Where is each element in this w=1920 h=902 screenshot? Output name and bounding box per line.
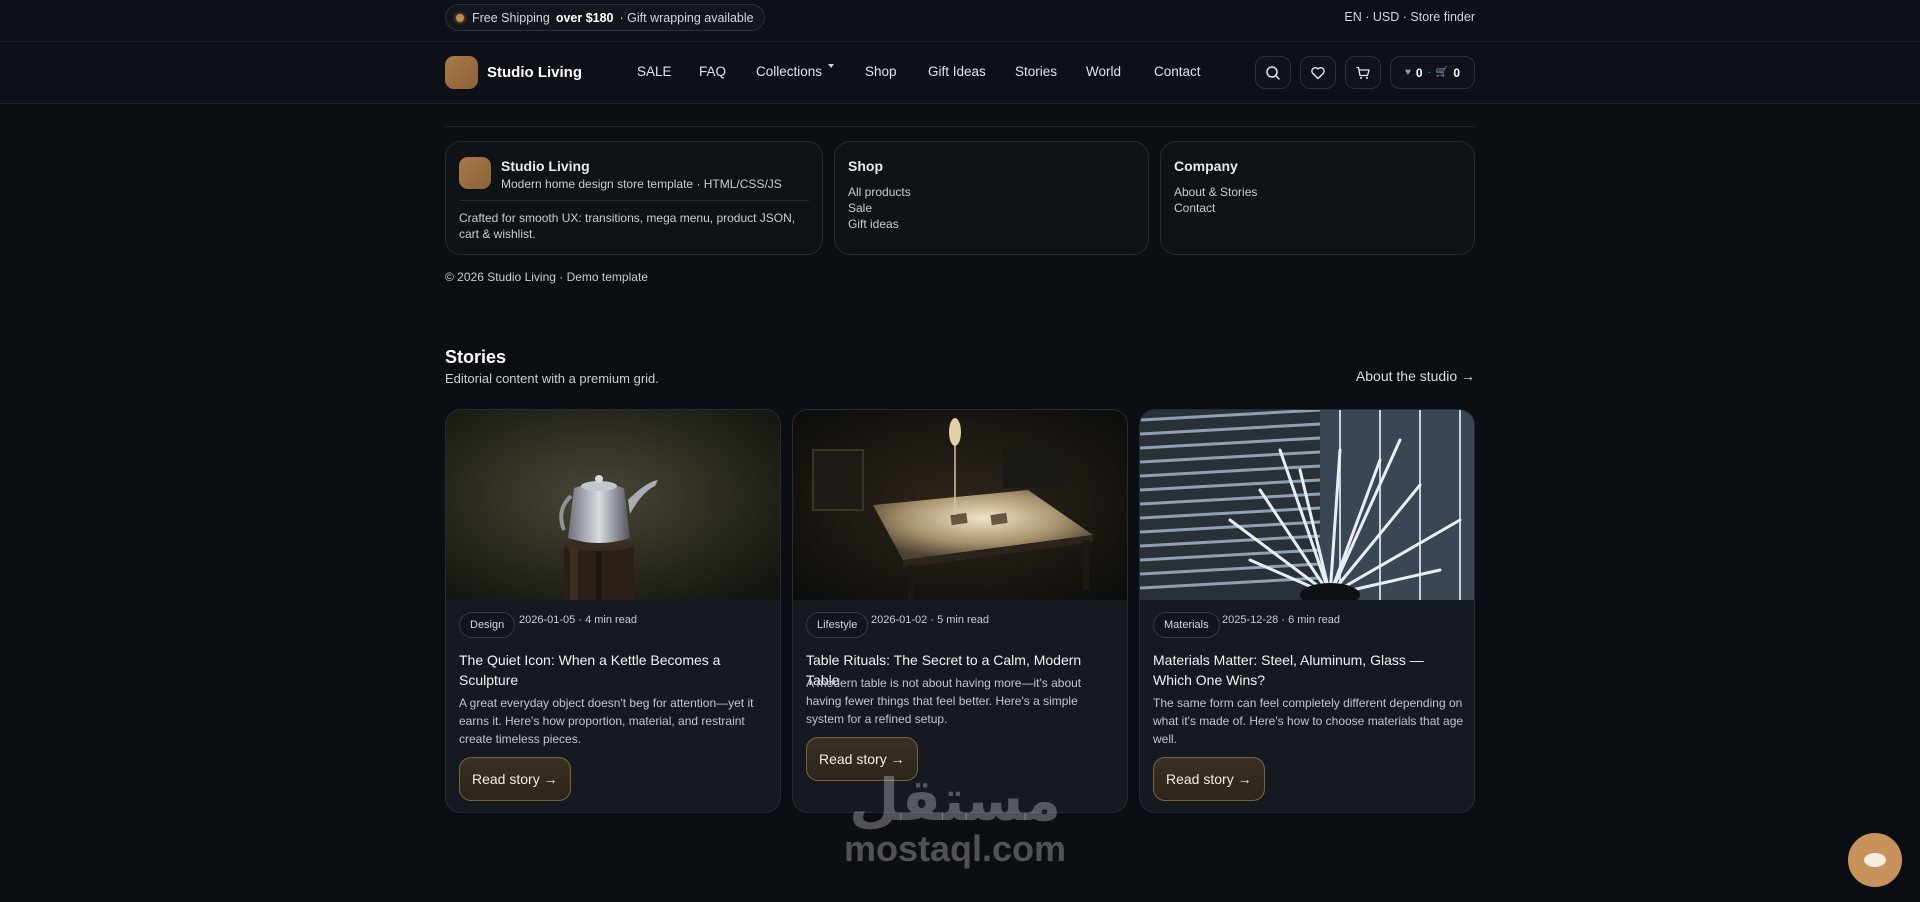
brand-mark-icon <box>459 157 491 189</box>
story-tag[interactable]: Materials <box>1153 612 1220 638</box>
search-button[interactable] <box>1255 56 1291 89</box>
story-description: The same form can feel completely differ… <box>1153 696 1464 746</box>
nav-shop[interactable]: Shop <box>865 64 897 79</box>
stories-subtitle: Editorial content with a premium grid. <box>445 371 659 386</box>
story-read-time: 5 min read <box>937 614 990 626</box>
story-image-kettle[interactable] <box>446 410 780 600</box>
cart-icon <box>1356 66 1370 79</box>
story-card[interactable]: Lifestyle 2026-01-02 · 5 min read Table … <box>792 409 1128 813</box>
company-panel-title: Company <box>1174 158 1238 174</box>
story-read-time: 6 min read <box>1288 614 1341 626</box>
shop-panel: Shop All products Sale Gift ideas <box>834 141 1149 255</box>
story-tag[interactable]: Lifestyle <box>806 612 869 638</box>
heart-small-icon: ♥ <box>1404 67 1411 78</box>
story-meta: 2026-01-05 · 4 min read <box>519 614 638 626</box>
story-meta: 2025-12-28 · 6 min read <box>1222 614 1341 626</box>
cart-small-icon: 🛒 <box>1435 67 1449 78</box>
nav-contact[interactable]: Contact <box>1154 64 1201 79</box>
nav-stories[interactable]: Stories <box>1015 64 1057 79</box>
nav-world[interactable]: World <box>1086 64 1121 79</box>
site-header: Studio Living SALE FAQ Collections Shop … <box>0 42 1920 104</box>
story-tag[interactable]: Design <box>459 612 516 638</box>
cart-count: 0 <box>1453 65 1461 80</box>
shop-links: All products Sale Gift ideas <box>848 184 911 232</box>
about-studio-link[interactable]: About the studio → <box>1356 368 1475 384</box>
read-story-button[interactable]: Read story → <box>1153 757 1265 801</box>
divider <box>445 126 1475 127</box>
nav-gift-ideas[interactable]: Gift Ideas <box>928 64 986 79</box>
copyright: © 2026 Studio Living · Demo template <box>445 270 648 284</box>
brand-panel-title: Studio Living <box>501 158 590 174</box>
story-description: A great everyday object doesn't beg for … <box>459 696 754 746</box>
promo-threshold: over $180 <box>555 10 614 25</box>
materials-photo <box>1140 410 1474 600</box>
locale-links[interactable]: EN · USD · Store finder <box>1344 10 1475 24</box>
kettle-photo <box>446 410 780 600</box>
link-contact[interactable]: Contact <box>1174 200 1257 216</box>
read-story-button[interactable]: Read story → <box>459 757 571 801</box>
separator-dot: · <box>1427 67 1431 78</box>
top-bar: Free Shipping over $180 · Gift wrapping … <box>0 0 1920 42</box>
link-sale[interactable]: Sale <box>848 200 911 216</box>
stories-title: Stories <box>445 347 507 367</box>
company-links: About & Stories Contact <box>1174 184 1257 216</box>
brand-name: Studio Living <box>487 64 582 81</box>
chat-button[interactable] <box>1848 833 1902 887</box>
brand-panel: Studio Living Modern home design store t… <box>445 141 823 255</box>
story-image-materials[interactable] <box>1140 410 1474 600</box>
brand-panel-description: Crafted for smooth UX: transitions, mega… <box>459 211 796 241</box>
brand-panel-subtitle: Modern home design store template · HTML… <box>501 177 782 191</box>
promo-text: Free Shipping <box>472 10 550 25</box>
shop-panel-title: Shop <box>848 158 883 174</box>
chevron-down-icon <box>828 64 835 68</box>
nav-sale[interactable]: SALE <box>637 64 672 79</box>
watermark: مستقل mostaql.com <box>844 770 1066 868</box>
link-about-stories[interactable]: About & Stories <box>1174 184 1257 200</box>
cart-button[interactable] <box>1345 56 1381 89</box>
nav-collections-label: Collections <box>756 64 823 79</box>
story-date: 2026-01-05 <box>519 614 576 626</box>
table-photo <box>793 410 1127 600</box>
story-meta: 2026-01-02 · 5 min read <box>871 614 990 626</box>
search-icon <box>1266 65 1280 80</box>
story-description: A modern table is not about having more—… <box>806 676 1082 726</box>
logo[interactable]: Studio Living <box>445 56 582 89</box>
story-card[interactable]: Materials 2025-12-28 · 6 min read Materi… <box>1139 409 1475 813</box>
logo-mark-icon <box>445 56 478 89</box>
story-image-table[interactable] <box>793 410 1127 600</box>
wishlist-count: 0 <box>1415 65 1423 80</box>
brand-panel-divider <box>459 200 809 201</box>
wishlist-cart-counter[interactable]: ♥ 0 · 🛒 0 <box>1390 56 1475 89</box>
promo-gift: · Gift wrapping available <box>619 10 754 25</box>
promo-dot-icon <box>456 13 464 22</box>
story-date: 2026-01-02 <box>871 614 928 626</box>
story-read-time: 4 min read <box>585 614 638 626</box>
nav-faq[interactable]: FAQ <box>699 64 726 79</box>
watermark-latin: mostaql.com <box>844 828 1067 869</box>
story-title[interactable]: The Quiet Icon: When a Kettle Becomes a … <box>459 650 771 690</box>
story-card[interactable]: Design 2026-01-05 · 4 min read The Quiet… <box>445 409 781 813</box>
nav-collections[interactable]: Collections <box>756 64 835 79</box>
heart-icon <box>1311 66 1325 79</box>
wishlist-button[interactable] <box>1300 56 1336 89</box>
story-title[interactable]: Materials Matter: Steel, Aluminum, Glass… <box>1153 650 1465 690</box>
link-all-products[interactable]: All products <box>848 184 911 200</box>
story-date: 2025-12-28 <box>1222 614 1279 626</box>
shipping-promo: Free Shipping over $180 · Gift wrapping … <box>445 4 765 31</box>
company-panel: Company About & Stories Contact <box>1160 141 1475 255</box>
chat-bubble-icon <box>1864 853 1886 867</box>
watermark-arabic: مستقل <box>848 766 1062 834</box>
link-gift-ideas[interactable]: Gift ideas <box>848 216 911 232</box>
